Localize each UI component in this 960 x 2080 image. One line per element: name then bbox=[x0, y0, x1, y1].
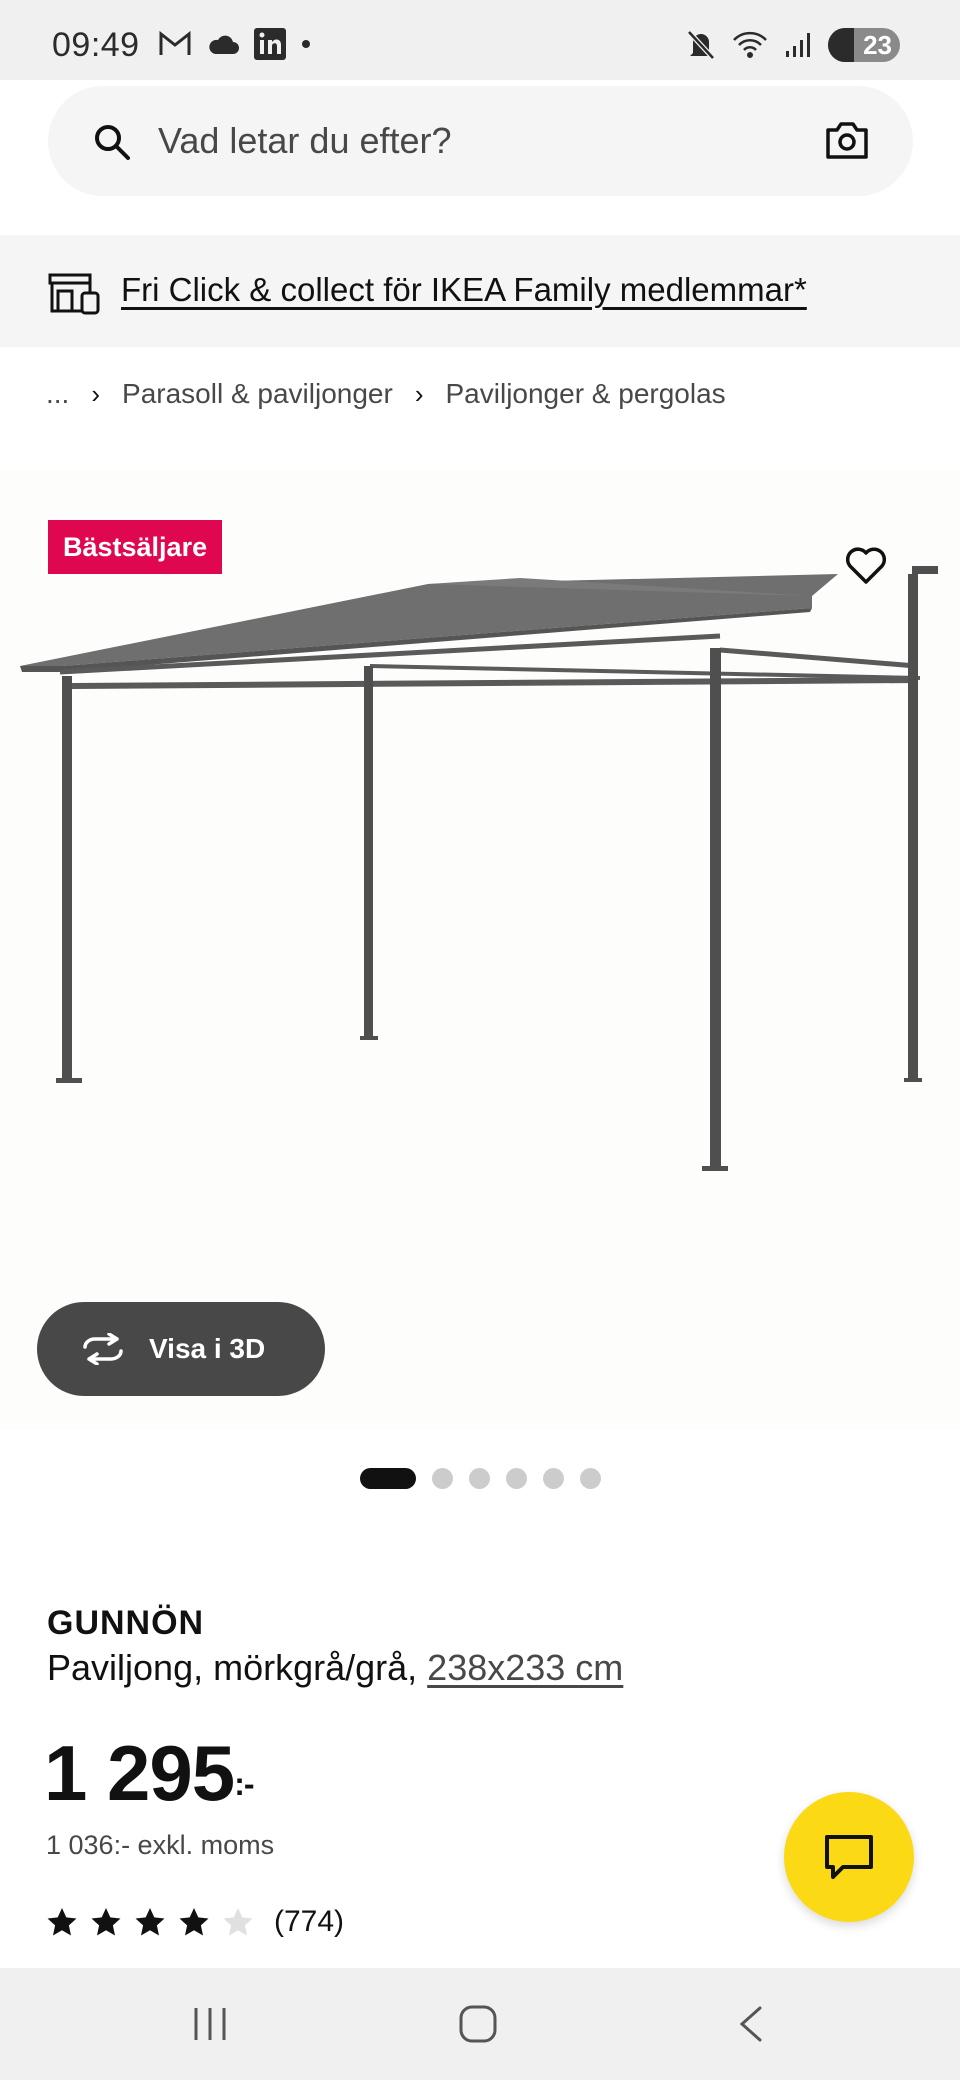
status-right-icons: 23 bbox=[686, 28, 900, 62]
product-price: 1 295 :- bbox=[44, 1728, 255, 1819]
search-box[interactable] bbox=[48, 86, 913, 196]
status-time: 09:49 bbox=[52, 26, 140, 64]
chat-icon bbox=[825, 1835, 873, 1879]
carousel-dot-active[interactable] bbox=[359, 1468, 416, 1489]
wifi-icon bbox=[733, 31, 767, 58]
star-empty-icon bbox=[223, 1908, 253, 1936]
carousel-dot[interactable] bbox=[468, 1468, 490, 1489]
gmail-icon bbox=[159, 31, 191, 55]
carousel-dot[interactable] bbox=[579, 1468, 601, 1489]
status-bar: 09:49 23 bbox=[0, 0, 960, 80]
search-input[interactable] bbox=[158, 86, 758, 196]
battery-icon: 23 bbox=[828, 28, 900, 62]
camera-icon[interactable] bbox=[825, 120, 869, 160]
promo-banner: Fri Click & collect för IKEA Family medl… bbox=[0, 235, 960, 347]
breadcrumb-parasoll[interactable]: Parasoll & paviljonger bbox=[122, 378, 393, 410]
price-value: 1 295 bbox=[44, 1729, 235, 1817]
view-3d-label: Visa i 3D bbox=[149, 1333, 266, 1364]
recents-icon[interactable] bbox=[190, 2004, 230, 2044]
review-count: (774) bbox=[274, 1905, 345, 1938]
price-excl-vat: 1 036:- exkl. moms bbox=[46, 1830, 275, 1860]
heart-icon[interactable] bbox=[844, 544, 888, 588]
chevron-right-icon: › bbox=[414, 378, 424, 409]
product-description: Paviljong, mörkgrå/grå, 238x233 cm bbox=[47, 1647, 623, 1689]
star-filled-icon bbox=[91, 1908, 121, 1936]
home-icon[interactable] bbox=[458, 2004, 498, 2044]
view-3d-button[interactable]: Visa i 3D bbox=[37, 1302, 325, 1396]
price-suffix: :- bbox=[234, 1766, 254, 1802]
search-icon bbox=[95, 125, 130, 160]
carousel-dot[interactable] bbox=[431, 1468, 453, 1489]
back-icon[interactable] bbox=[730, 2004, 770, 2044]
product-image[interactable] bbox=[0, 470, 960, 1430]
linkedin-icon bbox=[254, 28, 286, 60]
rating[interactable]: (774) bbox=[46, 1905, 344, 1939]
cloud-icon bbox=[209, 35, 239, 54]
search-area bbox=[0, 80, 960, 235]
bestseller-badge: Bästsäljare bbox=[48, 520, 223, 574]
rotate-icon bbox=[83, 1333, 123, 1365]
status-left-icons bbox=[158, 28, 312, 60]
product-name: GUNNÖN bbox=[47, 1604, 205, 1642]
product-description-text: Paviljong, mörkgrå/grå, bbox=[47, 1647, 428, 1688]
system-nav-bar bbox=[0, 1968, 960, 2080]
breadcrumb-paviljonger[interactable]: Paviljonger & pergolas bbox=[446, 378, 726, 410]
dot-icon bbox=[302, 40, 310, 48]
image-carousel-dots bbox=[0, 1468, 960, 1489]
carousel-dot[interactable] bbox=[542, 1468, 564, 1489]
star-filled-icon bbox=[135, 1908, 165, 1936]
mute-icon bbox=[687, 30, 715, 60]
click-collect-link[interactable]: Fri Click & collect för IKEA Family medl… bbox=[121, 271, 807, 309]
carousel-dot[interactable] bbox=[505, 1468, 527, 1489]
chevron-right-icon: › bbox=[91, 378, 101, 409]
star-filled-icon bbox=[179, 1908, 209, 1936]
star-filled-icon bbox=[47, 1908, 77, 1936]
signal-icon bbox=[786, 33, 810, 57]
breadcrumb: ... › Parasoll & paviljonger › Paviljong… bbox=[46, 378, 726, 410]
chat-button[interactable] bbox=[784, 1792, 914, 1922]
breadcrumb-ellipsis[interactable]: ... bbox=[46, 378, 69, 410]
store-icon bbox=[48, 273, 100, 315]
battery-level: 23 bbox=[863, 29, 892, 60]
product-size-link[interactable]: 238x233 cm bbox=[427, 1647, 623, 1688]
gazebo-image bbox=[20, 566, 938, 1171]
